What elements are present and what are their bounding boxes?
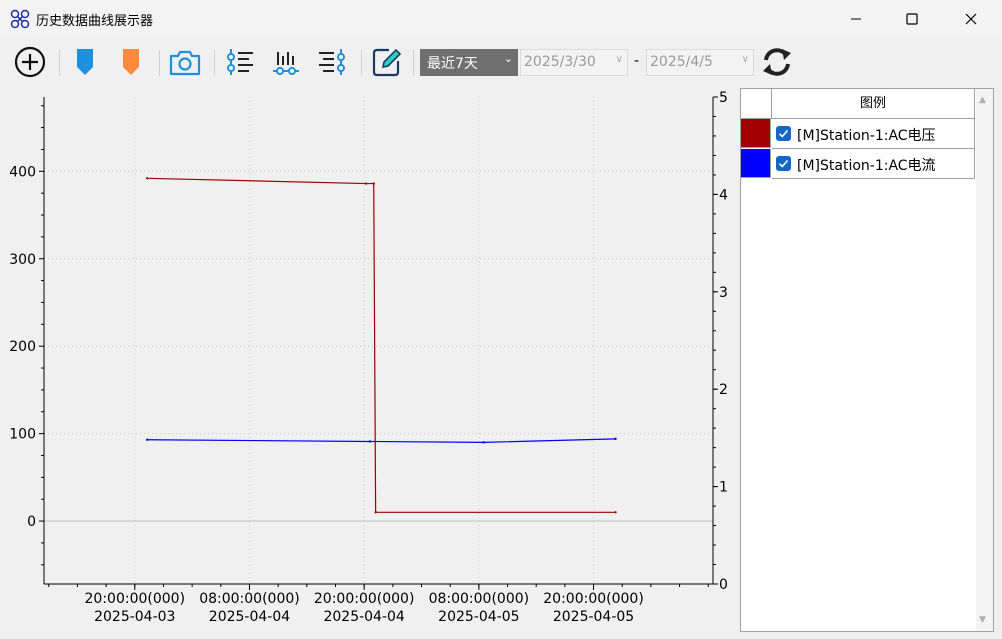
scroll-down-icon[interactable]: ▼ — [979, 615, 986, 625]
chart-canvas[interactable]: 0 100 200 300 400 0 1 2 3 4 5 20:00:00(000) 2025-04-… — [0, 88, 735, 639]
y-right-tick-label: 4 — [719, 187, 728, 203]
y-right-tick-label: 2 — [719, 382, 728, 398]
align-left-button[interactable] — [222, 44, 258, 80]
align-right-icon — [319, 49, 345, 75]
maximize-icon — [906, 13, 918, 25]
app-logo-icon — [10, 9, 30, 29]
blue-marker-icon — [77, 49, 93, 75]
scroll-up-icon[interactable]: ▲ — [979, 95, 986, 105]
blue-marker-button[interactable] — [67, 44, 103, 80]
history-chart[interactable]: 0 100 200 300 400 0 1 2 3 4 5 20:00:00(000) 2025-04-… — [0, 88, 735, 639]
y-right-tick-label: 0 — [719, 577, 728, 593]
legend-header: 图例 — [741, 89, 975, 119]
x-tick-label-time: 20:00:00(000) — [314, 591, 415, 607]
series-point-0 — [614, 511, 617, 514]
y-right-tick-label: 5 — [719, 90, 728, 106]
legend-scrollbar[interactable]: ▲ ▼ — [976, 89, 993, 631]
edit-button[interactable] — [369, 44, 405, 80]
time-range-select[interactable]: 最近7天 ⌄ — [420, 49, 518, 76]
series-name: [M]Station-1:AC电流 — [797, 158, 936, 174]
end-date-picker[interactable]: 2025/4/5 ∨ — [646, 49, 754, 76]
series-visible-checkbox[interactable] — [776, 126, 791, 141]
legend-panel: 图例 [M]Station-1:AC电压 [M]Station-1:AC电流 ▲… — [740, 88, 994, 632]
series-point-0 — [372, 182, 375, 185]
legend-item-cell: [M]Station-1:AC电流 — [772, 149, 975, 179]
align-bottom-button[interactable] — [268, 44, 304, 80]
title-bar: 历史数据曲线展示器 — [0, 0, 1002, 38]
series-point-1 — [368, 440, 372, 443]
end-date-value: 2025/4/5 — [650, 54, 713, 70]
chevron-down-icon: ∨ — [615, 54, 623, 65]
series-point-1 — [614, 437, 617, 441]
checkmark-icon — [778, 129, 789, 138]
align-right-button[interactable] — [314, 44, 350, 80]
refresh-icon — [763, 48, 791, 76]
toolbar-separator — [214, 50, 215, 76]
legend-item[interactable]: [M]Station-1:AC电流 — [741, 149, 975, 179]
close-icon — [965, 13, 977, 25]
minimize-icon — [851, 18, 861, 20]
series-visible-checkbox[interactable] — [776, 156, 791, 171]
toolbar-separator — [59, 50, 60, 76]
y-right-tick-label: 1 — [719, 480, 728, 496]
x-tick-label-time: 08:00:00(000) — [429, 591, 530, 607]
series-point-0 — [364, 182, 368, 185]
align-bottom-icon — [273, 52, 299, 75]
series-line-1 — [147, 438, 616, 443]
chevron-down-icon: ⌄ — [503, 52, 513, 65]
chevron-down-icon: ∨ — [741, 54, 749, 65]
y-left-tick-label: 0 — [27, 514, 36, 530]
add-circle-icon — [14, 46, 46, 78]
legend-item[interactable]: [M]Station-1:AC电压 — [741, 119, 975, 149]
x-tick-label-time: 20:00:00(000) — [85, 591, 186, 607]
x-tick-label-date: 2025-04-04 — [323, 609, 404, 625]
series-line-0 — [147, 177, 616, 513]
screenshot-button[interactable] — [167, 44, 203, 80]
window-title: 历史数据曲线展示器 — [36, 14, 154, 29]
series-point-0 — [146, 177, 149, 180]
series-point-1 — [146, 438, 149, 441]
series-name: [M]Station-1:AC电压 — [797, 128, 936, 144]
legend-header-title: 图例 — [772, 89, 975, 119]
checkmark-icon — [778, 159, 789, 168]
align-left-icon — [227, 49, 253, 75]
close-button[interactable] — [942, 0, 1000, 38]
minimize-button[interactable] — [827, 0, 885, 38]
camera-icon — [169, 50, 201, 76]
start-date-picker[interactable]: 2025/3/30 ∨ — [520, 49, 628, 76]
maximize-button[interactable] — [883, 0, 941, 38]
series-color-swatch — [741, 119, 771, 148]
legend-item-cell: [M]Station-1:AC电压 — [772, 119, 975, 149]
y-left-tick-label: 200 — [9, 339, 36, 355]
x-tick-label-time: 08:00:00(000) — [199, 591, 300, 607]
x-tick-label-date: 2025-04-05 — [553, 609, 634, 625]
y-left-tick-label: 400 — [9, 164, 36, 180]
orange-marker-icon — [123, 49, 139, 75]
refresh-button[interactable] — [759, 44, 795, 80]
x-tick-label-time: 20:00:00(000) — [543, 591, 644, 607]
y-left-tick-label: 300 — [9, 252, 36, 268]
y-right-tick-label: 3 — [719, 285, 728, 301]
x-tick-label-date: 2025-04-04 — [209, 609, 290, 625]
orange-marker-button[interactable] — [113, 44, 149, 80]
toolbar-separator — [361, 50, 362, 76]
series-color-swatch — [741, 149, 771, 178]
legend-header-color-cell — [741, 89, 772, 119]
toolbar-separator — [413, 50, 414, 76]
start-date-value: 2025/3/30 — [524, 54, 596, 70]
time-range-value: 最近7天 — [427, 56, 478, 72]
x-tick-label-date: 2025-04-03 — [94, 609, 175, 625]
series-point-1 — [482, 441, 485, 444]
series-point-0 — [374, 511, 377, 514]
date-separator: - — [634, 53, 640, 69]
add-button[interactable] — [12, 44, 48, 80]
edit-icon — [372, 48, 402, 77]
y-left-tick-label: 100 — [9, 427, 36, 443]
x-tick-label-date: 2025-04-05 — [438, 609, 519, 625]
toolbar-separator — [159, 50, 160, 76]
